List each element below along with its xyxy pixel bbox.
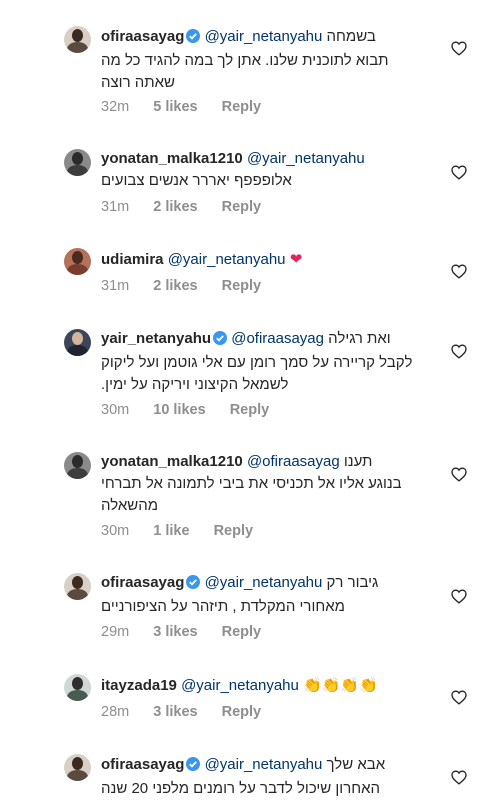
comment-body-line: לשמאל הקיצוני ויריקה על ימין.: [101, 376, 289, 393]
reply-button[interactable]: Reply: [222, 99, 262, 115]
verified-badge-icon: [186, 28, 201, 50]
comment-body-first: גיבור רק: [326, 574, 379, 591]
comment-likes[interactable]: 5 likes: [153, 99, 197, 115]
verified-badge-icon: [213, 330, 228, 352]
comment-body-line: שאתה רוצה: [101, 74, 175, 91]
avatar[interactable]: [64, 674, 91, 701]
comment-meta: 31m 2 likes Reply: [101, 199, 281, 215]
comment-likes[interactable]: 10 likes: [153, 402, 205, 418]
comment-time: 30m: [101, 402, 130, 418]
heart-outline-icon[interactable]: [451, 690, 467, 705]
avatar[interactable]: [64, 573, 91, 600]
comment-body-line: האחרון שיכול לדבר על רומנים מלפני 20 שנה: [101, 780, 381, 797]
comment-likes[interactable]: 2 likes: [153, 199, 197, 215]
comment-body-first: תענו: [343, 453, 373, 470]
comment-text: yonatan_malka1210 @ofiraasayag תענו בנוג…: [101, 451, 431, 517]
comment-mention[interactable]: @yair_netanyahu: [205, 28, 323, 45]
avatar[interactable]: [64, 329, 91, 356]
comment-meta: 31m 2 likes Reply: [101, 278, 281, 294]
comment-text: udiamira @yair_netanyahu ❤: [101, 248, 431, 271]
verified-badge-icon: [186, 756, 201, 778]
comment-body-line: תבוא לתוכנית שלנו. אתן לך במה להגיד כל מ…: [101, 52, 389, 69]
heart-outline-icon[interactable]: [451, 165, 467, 180]
comment-username[interactable]: yair_netanyahu: [101, 330, 211, 347]
comment-time: 32m: [101, 99, 130, 115]
comment-body-first: ואת רגילה: [328, 330, 391, 347]
heart-outline-icon[interactable]: [451, 467, 467, 482]
comment-username[interactable]: ofiraasayag: [101, 574, 184, 591]
comment-body-first: בשמחה: [326, 28, 376, 45]
reply-button[interactable]: Reply: [214, 523, 254, 539]
heart-outline-icon[interactable]: [451, 589, 467, 604]
comment-username[interactable]: yonatan_malka1210: [101, 150, 243, 167]
comment-text: ofiraasayag @yair_netanyahu בשמחה תבוא ל…: [101, 26, 431, 94]
comment-body-first: אבא שלך: [326, 756, 386, 773]
comment-body-line: מאחורי המקלדת , תיזהר על הציפורניים: [101, 598, 345, 615]
comment-mention[interactable]: @ofiraasayag: [247, 453, 340, 470]
verified-badge-icon: [186, 574, 201, 596]
comment-likes[interactable]: 2 likes: [153, 278, 197, 294]
comment-likes[interactable]: 1 like: [153, 523, 189, 539]
comment-text: ofiraasayag @yair_netanyahu גיבור רק מאח…: [101, 572, 431, 618]
heart-outline-icon[interactable]: [451, 264, 467, 279]
comment-username[interactable]: itayzada19: [101, 677, 177, 694]
comment-text: ofiraasayag @yair_netanyahu אבא שלך האחר…: [101, 754, 431, 800]
comment-mention[interactable]: @yair_netanyahu: [168, 251, 286, 268]
comment-body-line: בנוגע אליו אל תכניסי את ביבי לתמונה אל ת…: [101, 475, 402, 492]
reply-button[interactable]: Reply: [230, 402, 270, 418]
comment-mention[interactable]: @yair_netanyahu: [205, 574, 323, 591]
comment-meta: 30m 1 like Reply: [101, 523, 273, 539]
comment-likes[interactable]: 3 likes: [153, 704, 197, 720]
comment-meta: 30m 10 likes Reply: [101, 402, 289, 418]
comment-username[interactable]: udiamira: [101, 251, 164, 268]
comment-mention[interactable]: @yair_netanyahu: [205, 756, 323, 773]
reply-button[interactable]: Reply: [222, 704, 262, 720]
comment-time: 30m: [101, 523, 130, 539]
comment-body-line: לקבל קריירה על סמך רומן עם אלי גוטמן ועל…: [101, 354, 413, 371]
comment-meta: 28m 3 likes Reply: [101, 704, 281, 720]
clapping-hands-emoji: 👏👏👏👏: [303, 676, 378, 694]
comment-meta: 32m 5 likes Reply: [101, 99, 281, 115]
comment-text: itayzada19 @yair_netanyahu 👏👏👏👏: [101, 674, 431, 697]
comment-text: yair_netanyahu @ofiraasayag ואת רגילה לק…: [101, 328, 431, 396]
heart-outline-icon[interactable]: [451, 344, 467, 359]
comment-time: 31m: [101, 278, 130, 294]
comment-time: 29m: [101, 624, 130, 640]
heart-outline-icon[interactable]: [451, 41, 467, 56]
comment-mention[interactable]: @yair_netanyahu: [247, 150, 365, 167]
comment-mention[interactable]: @yair_netanyahu: [181, 677, 299, 694]
comment-username[interactable]: ofiraasayag: [101, 28, 184, 45]
avatar[interactable]: [64, 452, 91, 479]
avatar[interactable]: [64, 248, 91, 275]
reply-button[interactable]: Reply: [222, 624, 262, 640]
comment-mention[interactable]: @ofiraasayag: [231, 330, 324, 347]
avatar[interactable]: [64, 26, 91, 53]
reply-button[interactable]: Reply: [222, 278, 262, 294]
comment-body-line: מהשאלה: [101, 497, 159, 514]
comment-body-line: אלופפפף יאררר אנשים צבועים: [101, 172, 292, 189]
comment-username[interactable]: yonatan_malka1210: [101, 453, 243, 470]
avatar[interactable]: [64, 149, 91, 176]
comment-text: yonatan_malka1210 @yair_netanyahu אלופפפ…: [101, 148, 431, 192]
comment-time: 28m: [101, 704, 130, 720]
comment-time: 31m: [101, 199, 130, 215]
avatar[interactable]: [64, 754, 91, 781]
red-heart-emoji: ❤: [289, 250, 303, 268]
reply-button[interactable]: Reply: [222, 199, 262, 215]
comment-meta: 29m 3 likes Reply: [101, 624, 281, 640]
comment-likes[interactable]: 3 likes: [153, 624, 197, 640]
heart-outline-icon[interactable]: [451, 770, 467, 785]
comment-username[interactable]: ofiraasayag: [101, 756, 184, 773]
